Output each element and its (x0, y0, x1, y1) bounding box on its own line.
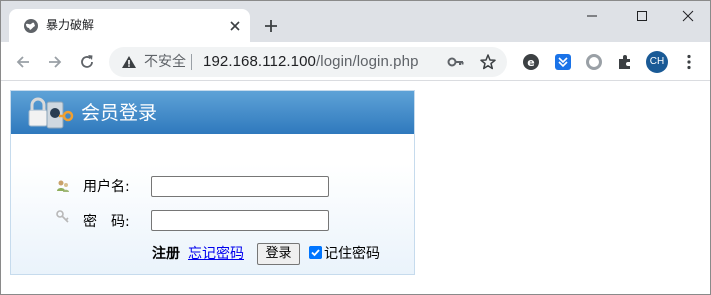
svg-text:e: e (527, 56, 534, 69)
url-path: /login/login.php (316, 53, 419, 70)
key-icon[interactable] (447, 55, 465, 69)
lock-key-icon (28, 97, 74, 129)
close-window-icon[interactable] (678, 8, 698, 24)
password-input[interactable] (151, 210, 329, 231)
user-icon (57, 180, 69, 192)
login-header: 会员登录 (11, 91, 414, 134)
minimize-icon[interactable] (582, 8, 602, 24)
plus-icon[interactable] (263, 18, 279, 34)
browser-toolbar: 不安全 192.168.112.100/login/login.php e CH (1, 42, 710, 81)
address-bar[interactable]: 不安全 192.168.112.100/login/login.php (109, 47, 507, 77)
forward-arrow-icon[interactable] (46, 53, 64, 71)
back-arrow-icon[interactable] (14, 53, 32, 71)
extension-e-icon[interactable]: e (522, 53, 540, 71)
warning-icon[interactable] (121, 55, 137, 69)
key-icon (56, 210, 69, 223)
kebab-menu-icon[interactable] (680, 53, 698, 71)
username-label: 用户名: (83, 179, 130, 195)
puzzle-icon[interactable] (616, 53, 634, 71)
url-text[interactable]: 192.168.112.100/login/login.php (203, 53, 419, 71)
username-input[interactable] (151, 176, 329, 197)
extension-circle-icon[interactable] (585, 53, 603, 71)
extension-download-icon[interactable] (554, 53, 572, 71)
omnibox-divider (191, 54, 192, 70)
forgot-password-link[interactable]: 忘记密码 (188, 245, 244, 263)
remember-label[interactable]: 记住密码 (324, 245, 380, 263)
tab-strip: 暴力破解 (1, 1, 710, 42)
remember-checkbox[interactable] (309, 246, 322, 259)
profile-avatar[interactable]: CH (646, 51, 668, 73)
close-icon[interactable] (227, 18, 243, 34)
reload-icon[interactable] (78, 53, 96, 71)
security-status[interactable]: 不安全 (144, 54, 186, 70)
tab-title: 暴力破解 (46, 18, 95, 32)
login-button[interactable]: 登录 (257, 243, 300, 265)
url-host: 192.168.112.100 (203, 53, 316, 70)
globe-icon (24, 19, 38, 33)
maximize-icon[interactable] (632, 8, 652, 24)
browser-window: 暴力破解 不安全 192.168.112.100/login/login.php… (0, 0, 711, 295)
browser-tab[interactable]: 暴力破解 (9, 9, 250, 42)
register-link[interactable]: 注册 (152, 245, 180, 263)
login-panel: 会员登录 用户名: 密 码: 注册 忘记密码 登录 记住密码 (10, 90, 415, 275)
login-title: 会员登录 (81, 102, 158, 124)
password-label: 密 码: (83, 214, 130, 230)
star-icon[interactable] (479, 53, 497, 71)
